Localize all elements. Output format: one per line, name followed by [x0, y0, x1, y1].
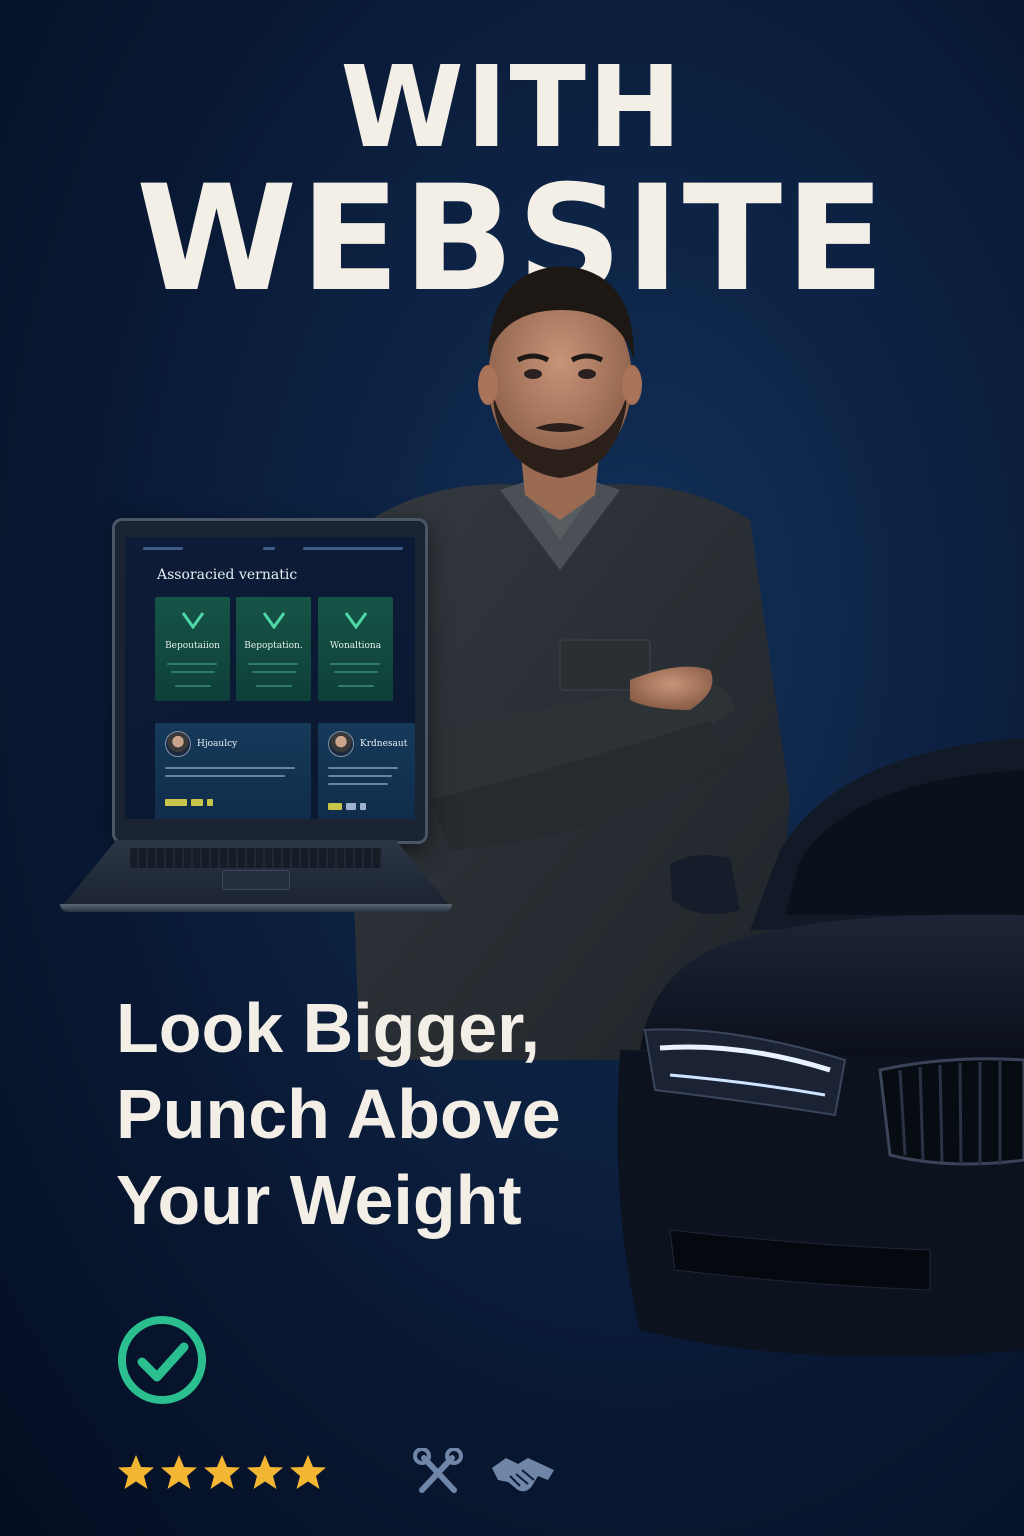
screen-nav-bar — [143, 547, 403, 551]
service-card: Wonaltiona — [318, 597, 393, 701]
poster: WITH WEBSITE Assoracied vernatic Bepouta… — [0, 0, 1024, 1536]
service-card: Bepoutaiion — [155, 597, 230, 701]
service-card: Bepoptation. — [236, 597, 311, 701]
v-logo-icon — [262, 612, 286, 629]
rating-stars — [116, 1452, 328, 1494]
tagline-line-3: Your Weight — [116, 1161, 522, 1239]
laptop-mockup: Assoracied vernatic Bepoutaiion Bepoptat… — [60, 518, 452, 913]
service-card-title: Bepoutaiion — [165, 641, 220, 651]
tagline-line-1: Look Bigger, — [116, 989, 540, 1067]
testimonial-card: Krdnesaut — [318, 723, 415, 819]
avatar — [165, 731, 191, 757]
laptop-trackpad — [222, 870, 290, 890]
laptop-lid: Assoracied vernatic Bepoutaiion Bepoptat… — [112, 518, 428, 844]
star-icon — [204, 1455, 240, 1489]
tools-icon — [413, 1448, 463, 1493]
laptop-screen: Assoracied vernatic Bepoutaiion Bepoptat… — [125, 537, 415, 819]
laptop-keyboard — [130, 848, 382, 868]
service-card-title: Bepoptation. — [244, 641, 303, 651]
star-icon — [118, 1455, 154, 1489]
screen-heading: Assoracied vernatic — [157, 567, 298, 583]
handshake-icon — [492, 1458, 554, 1492]
star-icon — [161, 1455, 197, 1489]
v-logo-icon — [181, 612, 205, 629]
testimonial-name: Hjoaulcy — [197, 739, 238, 749]
star-icon — [247, 1455, 283, 1489]
headline-line-1: WITH — [340, 43, 684, 173]
laptop-edge — [60, 904, 452, 912]
check-circle-icon — [118, 1316, 206, 1404]
tagline-line-2: Punch Above — [116, 1075, 561, 1153]
v-logo-icon — [344, 612, 368, 629]
service-card-title: Wonaltiona — [329, 641, 382, 651]
star-icon — [290, 1455, 326, 1489]
avatar — [328, 731, 354, 757]
testimonial-card: Hjoaulcy — [155, 723, 311, 819]
car-illustration — [617, 738, 1024, 1357]
testimonial-name: Krdnesaut — [360, 739, 408, 749]
tagline: Look Bigger, Punch Above Your Weight — [116, 985, 561, 1243]
